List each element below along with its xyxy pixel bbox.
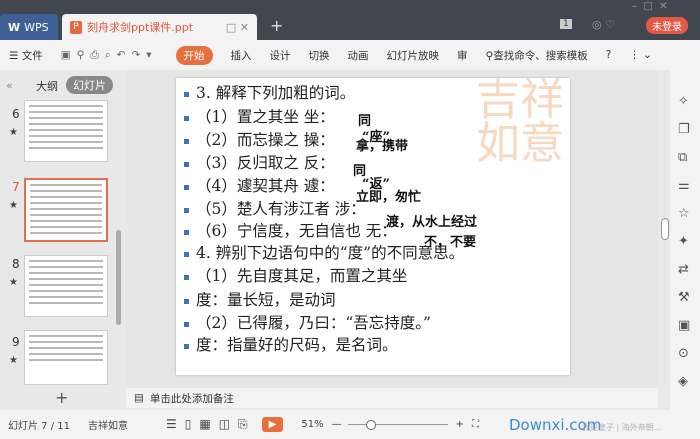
slide-thumb-9[interactable] [24,330,108,385]
slide-line: （5）楚人有涉江者 涉： [184,197,366,219]
tab-wps-label: WPS [24,20,49,34]
tab-slideshow[interactable]: 幻灯片放映 [387,48,440,63]
wps-logo-icon: W [8,20,21,34]
slide-number: 8 [12,257,20,271]
star-icon: ★ [9,127,18,138]
star-icon[interactable]: ☆ [678,206,690,221]
settings-icon[interactable]: ⚌ [678,178,690,193]
tab-insert[interactable]: 插入 [231,48,252,63]
panel-scrollbar[interactable] [116,230,121,325]
annotation: 渡，从水上经过 [386,215,478,230]
title-bar: W WPS P 刻舟求剑ppt课件.ppt □ ✕ + 1 ◎ ♡ 未登录 – □ ✕ [0,0,700,40]
annotation: 立即，匆忙 [356,190,422,205]
animation-icon[interactable]: ✦ [678,234,689,249]
tab-wps[interactable]: W WPS [0,14,58,40]
annotation: 不，不要 [424,235,477,250]
fit-icon[interactable]: ⛶ [472,419,479,430]
slide-number: 6 [12,107,20,121]
zoom-in-button[interactable]: + [456,419,464,430]
slide-counter: 幻灯片 7 / 11 [8,421,70,432]
slide-panel: « 大纲 幻灯片 6 ★ 7 ★ 8 ★ 9 ★ [0,70,122,385]
tool-icon[interactable]: ⚒ [678,290,690,305]
slide-line: （2）已得履，乃曰：“吾忘持度。” [184,311,431,333]
tab-animation[interactable]: 动画 [348,48,369,63]
slide-line: 度：指量好的尺码，是名词。 [184,333,398,355]
zoom-level[interactable]: 51% [301,419,323,430]
canvas-scrollbar[interactable] [661,70,669,385]
slideshow-icon[interactable]: ▣ [678,318,690,333]
slide-thumb-8[interactable] [24,255,108,317]
transition-icon[interactable]: ⇄ [678,262,689,277]
slide-line: 度：量长短，是动词 [184,288,336,310]
add-slide-button[interactable]: + [55,388,68,407]
copy-icon[interactable]: ❐ [678,122,690,137]
tab-document[interactable]: P 刻舟求剑ppt课件.ppt □ ✕ [62,14,257,40]
slide-line: （1）置之其坐 坐： [184,105,335,127]
star-icon: ★ [9,200,18,211]
file-menu[interactable]: ☰ 文件 [9,48,43,63]
notes-bar[interactable]: ▤ 单击此处添加备注 [126,388,658,408]
status-bar: 幻灯片 7 / 11 吉祥如意 ☰▯▦◫⎘ ▶ 51% — + ⛶ Downxi… [0,410,700,439]
login-button[interactable]: 未登录 [646,17,688,34]
tab-transition[interactable]: 切换 [309,48,330,63]
badge[interactable]: 1 [560,19,572,29]
more-icon[interactable]: ⋮ ⌄ [629,49,652,61]
slide[interactable]: 吉祥如意 3. 解释下列加粗的词。 （1）置之其坐 坐： （2）而忘操之 操： … [176,78,570,375]
slide-line: （6）宁信度，无自信也 无： [184,219,397,241]
zoom-slider[interactable] [347,419,448,430]
tab-outline[interactable]: 大纲 [36,78,58,94]
tab-review[interactable]: 审 [457,48,468,63]
quick-access-icons[interactable]: ▣⚲⎙⌕↶↷▾ [61,49,158,62]
slide-line: 4. 辨别下边语句中的“度”的不同意思。 [184,241,464,263]
decorative-calligraphy: 吉祥如意 [476,78,564,169]
toolbar: ☰ 文件 ▣⚲⎙⌕↶↷▾ 开始 插入 设计 切换 动画 幻灯片放映 审 ⚲查找命… [0,40,700,70]
notes-icon: ▤ [134,392,144,404]
notes-placeholder: 单击此处添加备注 [149,392,234,405]
search-command[interactable]: ⚲查找命令、搜索模板 [486,48,588,63]
ad-text[interactable]: 我是皇子 | 海外帝朝... [582,422,661,433]
collapse-icon[interactable]: « [6,79,13,92]
slide-line: （3）反归取之 反： [184,151,335,173]
close-tab-icon[interactable]: □ ✕ [226,21,249,34]
window-controls[interactable]: – □ ✕ [632,1,668,12]
slide-thumb-7[interactable] [24,178,108,242]
shapes-icon[interactable]: ⧉ [678,150,687,165]
shield-icon[interactable]: ◈ [678,374,688,389]
slide-thumb-6[interactable] [24,100,108,162]
play-icon[interactable]: ▶ [261,417,284,432]
help-icon[interactable]: ⊙ [678,346,689,361]
tab-start[interactable]: 开始 [175,45,213,65]
slide-number: 7 [12,180,20,194]
zoom-out-button[interactable]: — [332,419,342,430]
magic-icon[interactable]: ✧ [678,94,689,109]
slide-line: （2）而忘操之 操： [184,128,335,150]
star-icon: ★ [9,277,18,288]
slide-line: （1）先自度其足，而置之其坐 [184,264,407,286]
theme-name[interactable]: 吉祥如意 [88,417,128,432]
star-icon: ★ [9,355,18,366]
ppt-file-icon: P [70,20,82,34]
skin-icon[interactable]: ◎ ♡ [592,18,615,31]
search-label: 查找命令、搜索模板 [493,49,588,62]
tab-design[interactable]: 设计 [270,48,291,63]
right-toolbar: ✧ ❐ ⧉ ⚌ ☆ ✦ ⇄ ⚒ ▣ ⊙ ◈ [670,70,700,410]
help-button[interactable]: ? [606,49,612,61]
slide-line: 3. 解释下列加粗的词。 [184,81,355,103]
slide-line: （4）遽契其舟 遽： [184,174,335,196]
tab-slides[interactable]: 幻灯片 [66,76,113,94]
slide-number: 9 [12,335,20,349]
tab-document-label: 刻舟求剑ppt课件.ppt [87,21,194,34]
annotation: 拿，携带 [356,139,409,154]
view-mode-icons[interactable]: ☰▯▦◫⎘ [166,417,256,432]
new-tab-button[interactable]: + [270,16,283,35]
